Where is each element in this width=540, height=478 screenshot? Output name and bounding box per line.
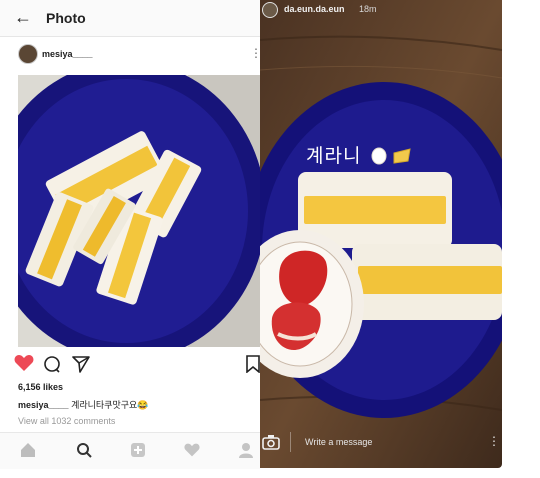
home-icon[interactable] (20, 442, 36, 462)
profile-icon[interactable] (238, 442, 254, 462)
bottom-nav (0, 432, 260, 469)
bookmark-icon[interactable] (246, 355, 260, 378)
top-bar: ← Photo (0, 0, 260, 37)
comment-icon[interactable] (43, 355, 61, 378)
sandwich-plate-illustration (18, 75, 260, 347)
post-caption: mesiya____ 계라니타쿠맛구요😂 (18, 398, 149, 411)
avatar[interactable] (262, 2, 278, 18)
avatar[interactable] (18, 44, 38, 64)
message-input[interactable]: Write a message (290, 432, 486, 452)
instagram-post-screen: ← Photo mesiya____ ⋮ 6,156 likes mesiya_… (0, 0, 260, 478)
story-photo (260, 0, 502, 468)
caption-username[interactable]: mesiya____ (18, 400, 69, 410)
like-count[interactable]: 6,156 likes (18, 382, 63, 392)
story-username[interactable]: da.eun.da.eun (284, 4, 345, 14)
post-photo[interactable] (18, 75, 260, 347)
page-title: Photo (46, 10, 86, 26)
post-username[interactable]: mesiya____ (42, 49, 93, 59)
post-actions (0, 354, 260, 376)
search-icon[interactable] (76, 442, 92, 462)
view-comments-link[interactable]: View all 1032 comments (18, 416, 115, 426)
heart-icon[interactable] (184, 442, 200, 462)
heart-filled-icon[interactable] (14, 354, 34, 377)
story-timestamp: 18m (359, 4, 377, 14)
instagram-story-screen: da.eun.da.eun 18m 계라니 Write a message ⋮ (260, 0, 502, 468)
story-sticker-text: 계라니 (306, 145, 362, 167)
more-vertical-icon[interactable]: ⋮ (488, 434, 500, 448)
send-icon[interactable] (72, 355, 90, 378)
add-icon[interactable] (130, 442, 146, 462)
caption-text: 계라니타쿠맛구요😂 (71, 400, 149, 410)
arrow-left-icon[interactable]: ← (14, 8, 32, 26)
more-vertical-icon[interactable]: ⋮ (250, 46, 260, 60)
post-header: mesiya____ ⋮ (0, 40, 260, 70)
